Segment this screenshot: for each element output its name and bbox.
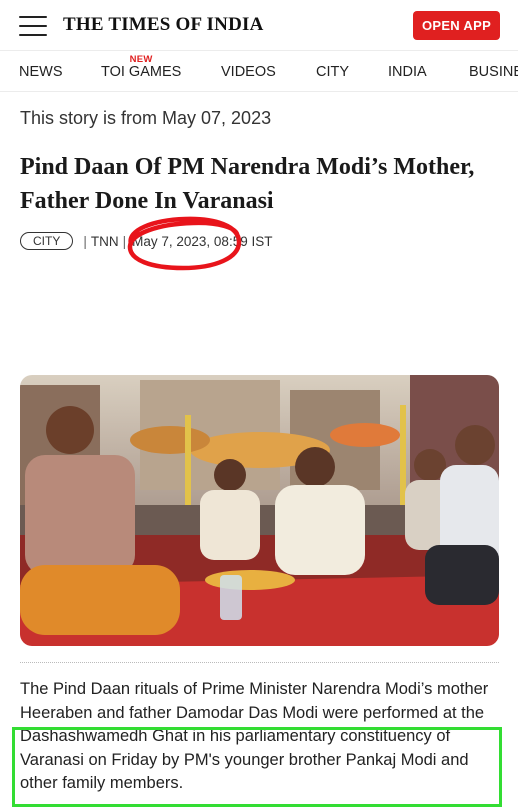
- publish-datetime: May 7, 2023, 08:59 IST: [132, 233, 273, 249]
- section-nav-bar: NEWS TOI GAMES NEW VIDEOS CITY INDIA BUS…: [0, 50, 518, 92]
- article-meta: CITY | TNN | May 7, 2023, 08:59 IST: [20, 230, 272, 252]
- top-header: THE TIMES OF INDIA OPEN APP: [0, 0, 518, 50]
- city-tag-button[interactable]: CITY: [20, 232, 74, 250]
- article-photo: [20, 375, 499, 646]
- nav-item-india[interactable]: INDIA: [388, 64, 427, 80]
- hamburger-menu-icon[interactable]: [19, 16, 47, 36]
- site-logo[interactable]: THE TIMES OF INDIA: [63, 14, 264, 36]
- section-divider: [20, 662, 499, 663]
- nav-item-business[interactable]: BUSINE: [469, 64, 518, 80]
- story-date-notice: This story is from May 07, 2023: [20, 108, 272, 128]
- article-body: The Pind Daan rituals of Prime Minister …: [20, 678, 500, 796]
- meta-separator: |: [122, 233, 127, 249]
- nav-item-city[interactable]: CITY: [316, 64, 349, 80]
- ritual-scene-image: [20, 375, 499, 646]
- meta-separator: |: [83, 233, 87, 249]
- nav-item-label: TOI GAMES: [101, 64, 182, 80]
- open-app-button[interactable]: OPEN APP: [413, 11, 500, 40]
- article-headline: Pind Daan Of PM Narendra Modi’s Mother, …: [20, 154, 475, 214]
- source-label: TNN: [90, 233, 119, 249]
- nav-item-videos[interactable]: VIDEOS: [221, 64, 276, 80]
- new-badge: NEW: [129, 54, 153, 65]
- nav-item-toi-games[interactable]: TOI GAMES NEW: [101, 54, 182, 80]
- nav-item-news[interactable]: NEWS: [19, 64, 63, 80]
